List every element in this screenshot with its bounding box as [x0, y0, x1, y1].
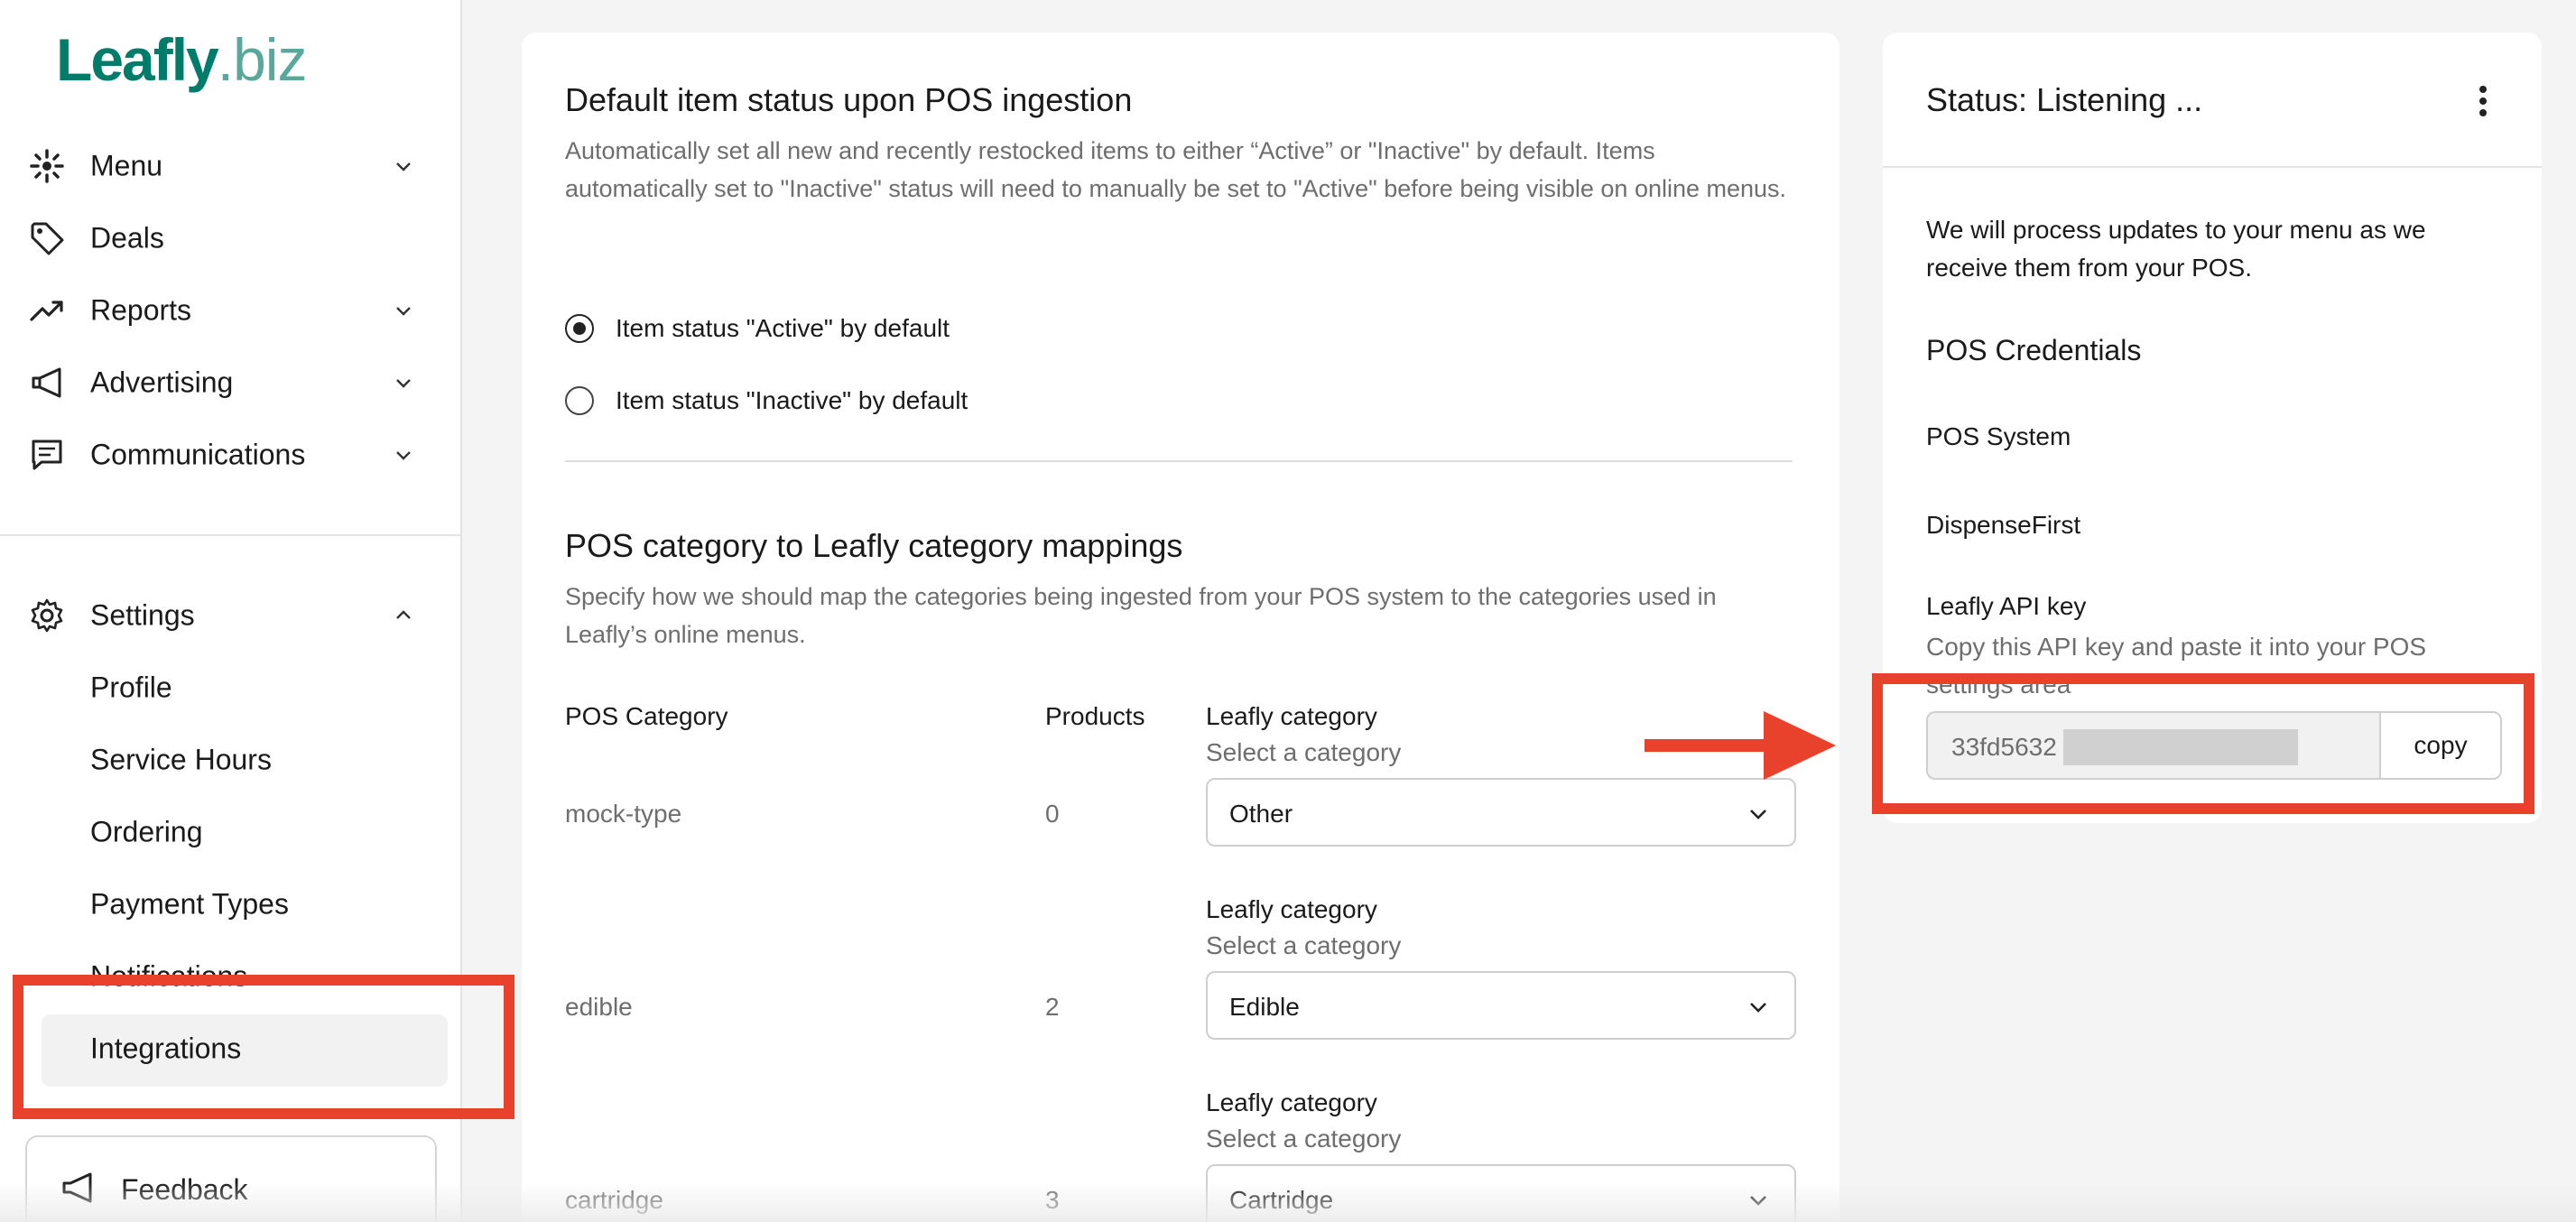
chevron-down-icon: [1746, 1188, 1771, 1213]
sidebar-divider: [0, 534, 462, 536]
sidebar-item-label: Advertising: [90, 366, 234, 399]
sidebar-item-label: Communications: [90, 438, 306, 471]
sidebar-item-notifications[interactable]: Notifications: [0, 942, 462, 1011]
chevron-down-icon: [1746, 801, 1771, 827]
sidebar: Leafly.biz Menu Deals Reports Advertisin…: [0, 0, 462, 1222]
pos-category-name: edible: [565, 993, 633, 1021]
sidebar-item-label: Payment Types: [90, 887, 289, 921]
chevron-down-icon: [1746, 995, 1771, 1020]
radio-label: Item status "Active" by default: [616, 314, 950, 342]
feedback-button[interactable]: Feedback: [25, 1135, 437, 1222]
api-key-field[interactable]: 33fd5632 39f12: [1926, 711, 2381, 780]
category-mapping-description: Specify how we should map the categories…: [565, 583, 1717, 648]
column-header-products: Products: [1045, 702, 1145, 730]
logo-suffix: .biz: [217, 26, 308, 93]
sidebar-item-label: Settings: [90, 598, 195, 632]
sidebar-item-label: Reports: [90, 293, 192, 327]
default-status-description: Automatically set all new and recently r…: [565, 137, 1787, 202]
sidebar-item-communications[interactable]: Communications: [0, 421, 462, 489]
pos-system-value: DispenseFirst: [1926, 511, 2081, 539]
radio-button-checked[interactable]: [565, 314, 594, 343]
megaphone-icon: [60, 1170, 99, 1206]
leafly-category-hint: Select a category: [1206, 931, 1402, 959]
trend-icon: [27, 291, 67, 330]
select-value: Edible: [1229, 993, 1300, 1021]
section-divider: [565, 460, 1793, 462]
logo-name: Leafly: [56, 26, 219, 93]
menu-icon: [27, 146, 67, 186]
product-count: 2: [1045, 993, 1060, 1021]
sidebar-item-ordering[interactable]: Ordering: [0, 798, 462, 866]
leafly-category-select[interactable]: Cartridge: [1206, 1164, 1796, 1222]
radio-button[interactable]: [565, 386, 594, 415]
sidebar-item-payment-types[interactable]: Payment Types: [0, 870, 462, 939]
tag-icon: [27, 218, 67, 258]
leafly-category-hint: Select a category: [1206, 1125, 1402, 1153]
leafly-category-select[interactable]: Other: [1206, 778, 1796, 847]
chat-icon: [27, 435, 67, 475]
sidebar-item-label: Notifications: [90, 959, 248, 993]
feedback-label: Feedback: [121, 1173, 248, 1206]
leafly-category-label: Leafly category: [1206, 1088, 1377, 1116]
radio-label: Item status "Inactive" by default: [616, 386, 968, 414]
annotation-arrow-icon: [1645, 711, 1836, 780]
category-mapping-title: POS category to Leafly category mappings: [565, 527, 1183, 564]
chevron-down-icon: [390, 441, 417, 468]
chevron-down-icon: [390, 153, 417, 180]
leafly-category-hint: Select a category: [1206, 738, 1402, 766]
sidebar-item-menu[interactable]: Menu: [0, 132, 462, 200]
copy-button[interactable]: copy: [2379, 711, 2502, 780]
sidebar-item-deals[interactable]: Deals: [0, 204, 462, 273]
api-key-redaction: [2063, 729, 2298, 765]
default-status-title: Default item status upon POS ingestion: [565, 81, 1133, 118]
sidebar-item-label: Service Hours: [90, 743, 272, 776]
api-key-help: Copy this API key and paste it into your…: [1926, 633, 2427, 699]
status-message: We will process updates to your menu as …: [1926, 216, 2426, 282]
product-count: 0: [1045, 800, 1060, 828]
megaphone-icon: [27, 363, 67, 403]
pos-category-name: mock-type: [565, 800, 682, 828]
chevron-up-icon: [390, 602, 417, 629]
integration-settings-card: Default item status upon POS ingestion A…: [522, 32, 1839, 1222]
pos-status-card: Status: Listening ... We will process up…: [1883, 32, 2542, 823]
sidebar-item-advertising[interactable]: Advertising: [0, 348, 462, 417]
status-card-header: Status: Listening ...: [1883, 32, 2542, 168]
leafly-logo[interactable]: Leafly.biz: [56, 25, 308, 94]
status-title: Status: Listening ...: [1926, 81, 2203, 118]
leafly-category-label: Leafly category: [1206, 702, 1377, 730]
sidebar-item-label: Integrations: [90, 1032, 242, 1065]
leafly-category-select[interactable]: Edible: [1206, 971, 1796, 1040]
select-value: Other: [1229, 800, 1293, 828]
api-key-label: Leafly API key: [1926, 592, 2087, 620]
pos-credentials-title: POS Credentials: [1926, 334, 2142, 366]
sidebar-item-profile[interactable]: Profile: [0, 653, 462, 722]
radio-active-default[interactable]: Item status "Active" by default: [565, 310, 950, 347]
sidebar-item-settings[interactable]: Settings: [0, 581, 462, 650]
sidebar-item-label: Ordering: [90, 815, 203, 848]
sidebar-item-label: Menu: [90, 149, 163, 182]
sidebar-item-label: Profile: [90, 671, 172, 704]
kebab-icon[interactable]: [2469, 83, 2497, 119]
sidebar-item-integrations[interactable]: Integrations: [0, 1014, 462, 1087]
gear-icon: [27, 596, 67, 635]
chevron-down-icon: [390, 297, 417, 324]
chevron-down-icon: [390, 369, 417, 396]
column-header-pos-category: POS Category: [565, 702, 728, 730]
select-value: Cartridge: [1229, 1186, 1334, 1214]
sidebar-item-reports[interactable]: Reports: [0, 276, 462, 345]
product-count: 3: [1045, 1186, 1060, 1214]
radio-inactive-default[interactable]: Item status "Inactive" by default: [565, 383, 968, 419]
sidebar-item-service-hours[interactable]: Service Hours: [0, 726, 462, 794]
pos-category-name: cartridge: [565, 1186, 663, 1214]
pos-system-label: POS System: [1926, 422, 2071, 450]
sidebar-item-label: Deals: [90, 221, 164, 255]
leafly-category-label: Leafly category: [1206, 895, 1377, 923]
